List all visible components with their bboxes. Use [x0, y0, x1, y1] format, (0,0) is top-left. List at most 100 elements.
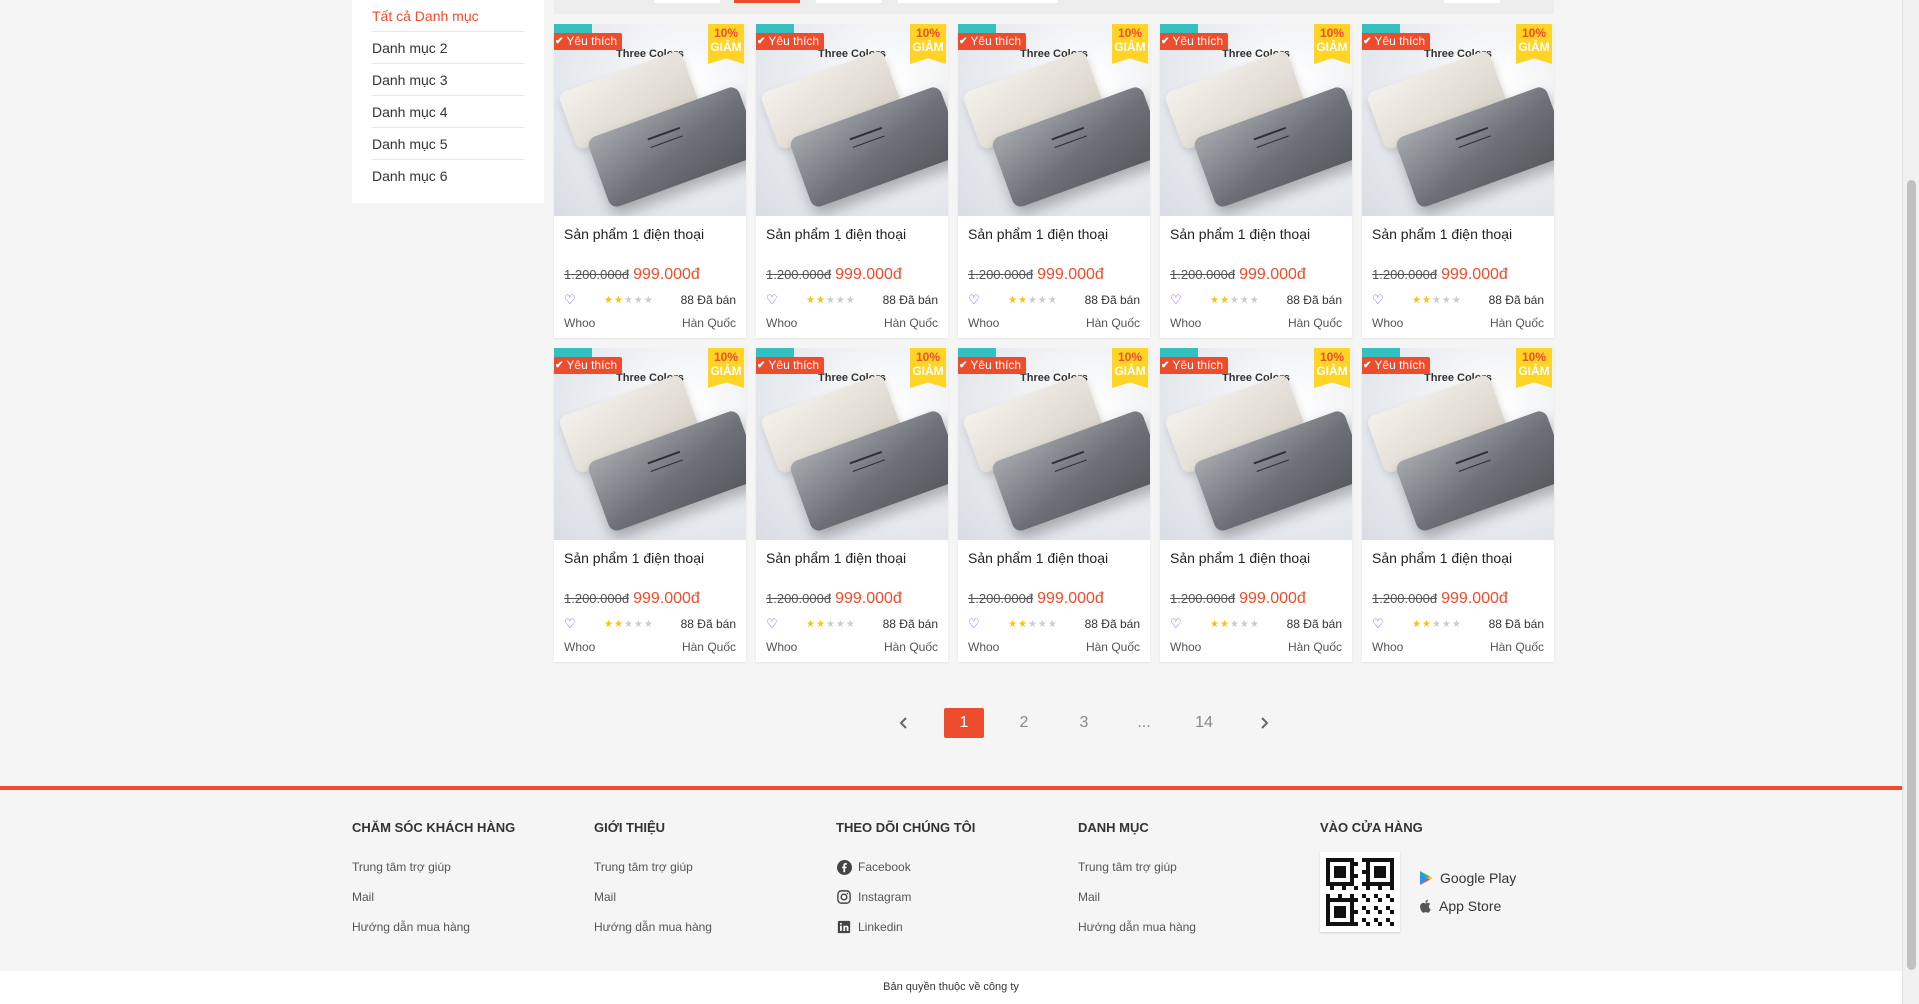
- heart-icon[interactable]: ♡: [1372, 292, 1412, 308]
- scrollbar-thumb[interactable]: [1907, 180, 1916, 970]
- product-card[interactable]: Three Colors ✔ Yêu thích 10% GIẢM Sản ph…: [1362, 348, 1554, 662]
- page-number[interactable]: 2: [1004, 708, 1044, 738]
- product-name[interactable]: Sản phẩm 1 điện thoại: [1170, 550, 1342, 590]
- product-name[interactable]: Sản phẩm 1 điện thoại: [564, 226, 736, 266]
- star-icon: ★: [1421, 618, 1432, 630]
- heart-icon[interactable]: ♡: [564, 616, 604, 632]
- footer-customer-care: CHĂM SÓC KHÁCH HÀNG Trung tâm trợ giúp M…: [352, 820, 594, 942]
- chevron-left-icon: [899, 717, 907, 729]
- sort-option[interactable]: [654, 0, 720, 3]
- category-item[interactable]: Danh mục 5: [372, 128, 524, 160]
- product-name[interactable]: Sản phẩm 1 điện thoại: [766, 550, 938, 590]
- product-card[interactable]: Three Colors ✔ Yêu thích 10% GIẢM Sản ph…: [1160, 348, 1352, 662]
- favorite-badge-label: Yêu thích: [768, 34, 820, 48]
- category-item[interactable]: Danh mục 3: [372, 64, 524, 96]
- product-name[interactable]: Sản phẩm 1 điện thoại: [564, 550, 736, 590]
- sort-bar: [554, 0, 1554, 14]
- new-price: 999.000đ: [1239, 590, 1306, 607]
- star-icon: ★: [1412, 294, 1422, 306]
- heart-icon[interactable]: ♡: [968, 292, 1008, 308]
- category-item[interactable]: Danh mục 6: [372, 160, 524, 192]
- footer-link[interactable]: Trung tâm trợ giúp: [594, 852, 836, 882]
- page-number[interactable]: 3: [1064, 708, 1104, 738]
- app-store-link[interactable]: App Store: [1418, 896, 1516, 916]
- category-item[interactable]: Danh mục 4: [372, 96, 524, 128]
- page-number-last[interactable]: 14: [1184, 708, 1224, 738]
- rating-stars: ★★★★★: [1008, 295, 1058, 306]
- star-icon: ★: [1008, 618, 1018, 630]
- product-name[interactable]: Sản phẩm 1 điện thoại: [1372, 226, 1544, 266]
- star-icon: ★: [1027, 618, 1038, 630]
- star-icon: ★: [623, 618, 634, 630]
- star-icon: ★: [1047, 618, 1058, 630]
- product-card[interactable]: Three Colors ✔ Yêu thích 10% GIẢM Sản ph…: [1362, 24, 1554, 338]
- product-name[interactable]: Sản phẩm 1 điện thoại: [766, 226, 938, 266]
- footer-link-linkedin[interactable]: Linkedin: [836, 912, 1078, 942]
- heart-icon[interactable]: ♡: [766, 616, 806, 632]
- footer-link[interactable]: Mail: [352, 882, 594, 912]
- footer-link[interactable]: Trung tâm trợ giúp: [1078, 852, 1320, 882]
- product-card[interactable]: Three Colors ✔ Yêu thích 10% GIẢM Sản ph…: [554, 24, 746, 338]
- new-price: 999.000đ: [1239, 266, 1306, 283]
- brand-name: Whoo: [1170, 640, 1202, 654]
- product-card[interactable]: Three Colors ✔ Yêu thích 10% GIẢM Sản ph…: [554, 348, 746, 662]
- next-page-button[interactable]: [1244, 708, 1284, 738]
- discount-badge: 10% GIẢM: [708, 24, 744, 64]
- footer-link[interactable]: Hướng dẫn mua hàng: [352, 912, 594, 942]
- heart-icon[interactable]: ♡: [564, 292, 604, 308]
- footer-link[interactable]: Mail: [1078, 882, 1320, 912]
- footer-link[interactable]: Hướng dẫn mua hàng: [594, 912, 836, 942]
- product-name[interactable]: Sản phẩm 1 điện thoại: [1372, 550, 1544, 590]
- product-card[interactable]: Three Colors ✔ Yêu thích 10% GIẢM Sản ph…: [756, 348, 948, 662]
- discount-label: GIẢM: [1114, 364, 1146, 378]
- product-card[interactable]: Three Colors ✔ Yêu thích 10% GIẢM Sản ph…: [1160, 24, 1352, 338]
- product-name[interactable]: Sản phẩm 1 điện thoại: [1170, 226, 1342, 266]
- heart-icon[interactable]: ♡: [968, 616, 1008, 632]
- origin-country: Hàn Quốc: [681, 640, 736, 654]
- footer-link[interactable]: Hướng dẫn mua hàng: [1078, 912, 1320, 942]
- sort-option-active[interactable]: [734, 0, 800, 3]
- category-item-all[interactable]: Tất cả Danh mục: [372, 0, 524, 32]
- product-name[interactable]: Sản phẩm 1 điện thoại: [968, 226, 1140, 266]
- origin-country: Hàn Quốc: [1287, 640, 1342, 654]
- product-name[interactable]: Sản phẩm 1 điện thoại: [968, 550, 1140, 590]
- star-icon: ★: [643, 294, 654, 306]
- prev-page-button[interactable]: [884, 708, 924, 738]
- page-number-current[interactable]: 1: [944, 708, 984, 738]
- footer-link-facebook[interactable]: Facebook: [836, 852, 1078, 882]
- footer-link[interactable]: Trung tâm trợ giúp: [352, 852, 594, 882]
- brand-name: Whoo: [766, 316, 798, 330]
- page-scrollbar[interactable]: [1902, 0, 1919, 1004]
- product-image: Three Colors ✔ Yêu thích 10% GIẢM: [958, 348, 1150, 540]
- origin-country: Hàn Quốc: [1085, 640, 1140, 654]
- product-card[interactable]: Three Colors ✔ Yêu thích 10% GIẢM Sản ph…: [958, 24, 1150, 338]
- product-image: Three Colors ✔ Yêu thích 10% GIẢM: [554, 24, 746, 216]
- heart-icon[interactable]: ♡: [1372, 616, 1412, 632]
- star-icon: ★: [845, 294, 856, 306]
- heart-icon[interactable]: ♡: [766, 292, 806, 308]
- favorite-badge: ✔ Yêu thích: [554, 33, 623, 50]
- product-card[interactable]: Three Colors ✔ Yêu thích 10% GIẢM Sản ph…: [958, 348, 1150, 662]
- sort-price-select[interactable]: [898, 0, 1058, 3]
- sort-option[interactable]: [816, 0, 882, 3]
- product-card[interactable]: Three Colors ✔ Yêu thích 10% GIẢM Sản ph…: [756, 24, 948, 338]
- category-item[interactable]: Danh mục 2: [372, 32, 524, 64]
- instagram-icon: [836, 889, 852, 905]
- new-price: 999.000đ: [835, 590, 902, 607]
- check-icon: ✔: [1161, 36, 1170, 47]
- favorite-badge: ✔ Yêu thích: [1160, 33, 1229, 50]
- old-price: 1.200.000đ: [1170, 591, 1236, 606]
- page-mini-nav[interactable]: [1444, 0, 1500, 3]
- heart-icon[interactable]: ♡: [1170, 616, 1210, 632]
- favorite-badge-label: Yêu thích: [1172, 358, 1224, 372]
- product-image: Three Colors ✔ Yêu thích 10% GIẢM: [756, 348, 948, 540]
- star-icon: ★: [1047, 294, 1058, 306]
- heart-icon[interactable]: ♡: [1170, 292, 1210, 308]
- footer-link[interactable]: Mail: [594, 882, 836, 912]
- footer-link-instagram[interactable]: Instagram: [836, 882, 1078, 912]
- sold-count: 88 Đã bán: [882, 293, 938, 307]
- sold-count: 88 Đã bán: [1286, 293, 1342, 307]
- google-play-link[interactable]: Google Play: [1418, 868, 1516, 888]
- star-icon: ★: [604, 618, 614, 630]
- favorite-badge: ✔ Yêu thích: [1362, 357, 1431, 374]
